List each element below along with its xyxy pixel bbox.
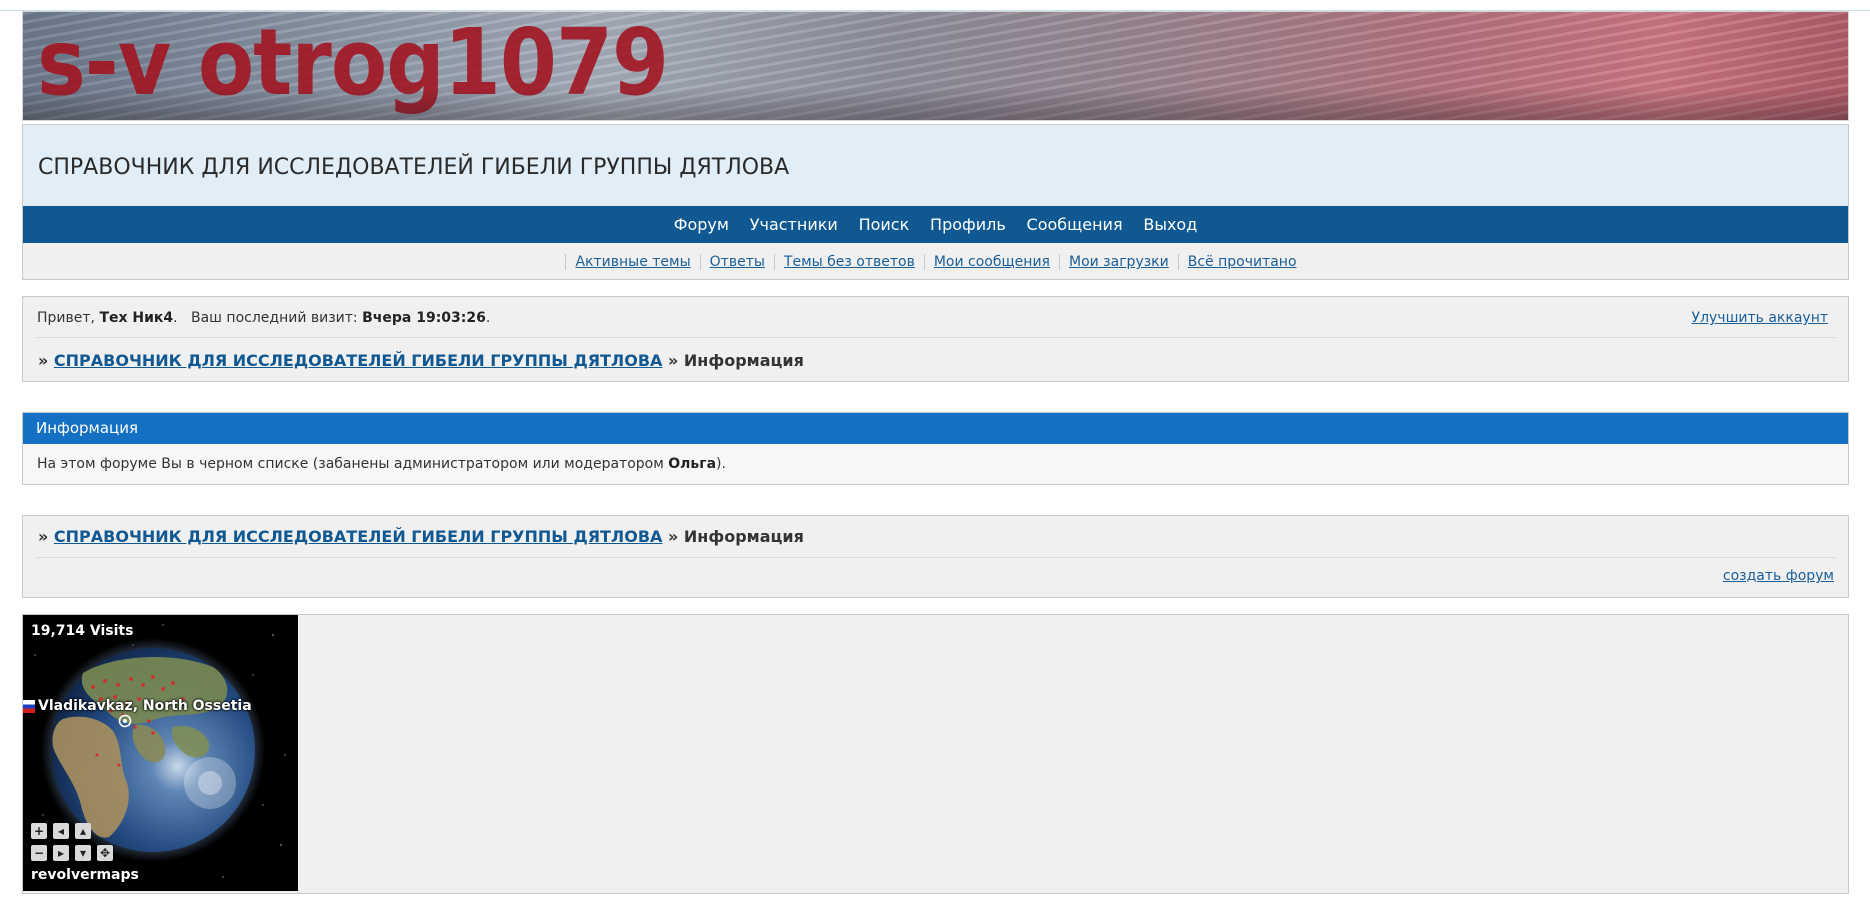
header: СПРАВОЧНИК ДЛЯ ИССЛЕДОВАТЕЛЕЙ ГИБЕЛИ ГРУ… bbox=[22, 124, 1849, 280]
last-visit-label: Ваш последний визит: bbox=[190, 310, 358, 326]
zoom-out-icon[interactable]: − bbox=[31, 845, 47, 861]
username: Тех Ник4 bbox=[99, 310, 174, 326]
revolvermaps-widget[interactable]: 19,714 Visits Vladikavkaz, North Ossetia… bbox=[23, 615, 298, 891]
subnav-my-posts[interactable]: Мои сообщения bbox=[923, 254, 1059, 270]
rotate-up-icon[interactable]: ▴ bbox=[75, 823, 91, 839]
nav-forum[interactable]: Форум bbox=[674, 206, 729, 243]
visits-count: 19,714 Visits bbox=[31, 623, 134, 639]
last-visit-value: Вчера 19:03:26 bbox=[362, 310, 486, 326]
info-message-end: ). bbox=[716, 456, 726, 472]
nav-messages[interactable]: Сообщения bbox=[1027, 206, 1123, 243]
breadcrumb: » СПРАВОЧНИК ДЛЯ ИССЛЕДОВАТЕЛЕЙ ГИБЕЛИ Г… bbox=[38, 351, 804, 370]
subnav-replies[interactable]: Ответы bbox=[699, 254, 774, 270]
visitor-location: Vladikavkaz, North Ossetia bbox=[38, 698, 252, 714]
greeting-text: Привет, bbox=[37, 310, 95, 326]
info-panel-header: Информация bbox=[23, 413, 1848, 444]
greeting-dot: . bbox=[173, 310, 187, 326]
divider bbox=[35, 557, 1836, 558]
last-visit-dot: . bbox=[485, 310, 491, 326]
russia-flag-icon bbox=[23, 700, 35, 713]
site-title: СПРАВОЧНИК ДЛЯ ИССЛЕДОВАТЕЛЕЙ ГИБЕЛИ ГРУ… bbox=[38, 155, 790, 180]
breadcrumb-current: Информация bbox=[683, 527, 804, 546]
breadcrumb-sep: » bbox=[38, 527, 49, 546]
bottom-breadcrumb-box: » СПРАВОЧНИК ДЛЯ ИССЛЕДОВАТЕЛЕЙ ГИБЕЛИ Г… bbox=[22, 515, 1849, 598]
breadcrumb-bottom: » СПРАВОЧНИК ДЛЯ ИССЛЕДОВАТЕЛЕЙ ГИБЕЛИ Г… bbox=[38, 527, 804, 546]
move-icon[interactable]: ✥ bbox=[97, 845, 113, 861]
breadcrumb-sep: » bbox=[667, 527, 679, 546]
nav-profile[interactable]: Профиль bbox=[930, 206, 1006, 243]
rotate-right-icon[interactable]: ▸ bbox=[53, 845, 69, 861]
sub-nav: Активные темы Ответы Темы без ответов Мои с… bbox=[23, 243, 1848, 280]
breadcrumb-forum-link[interactable]: СПРАВОЧНИК ДЛЯ ИССЛЕДОВАТЕЛЕЙ ГИБЕЛИ ГРУ… bbox=[54, 351, 662, 370]
zoom-in-icon[interactable]: + bbox=[31, 823, 47, 839]
upgrade-account-link[interactable]: Улучшить аккаунт bbox=[1692, 310, 1828, 326]
subnav-my-uploads[interactable]: Мои загрузки bbox=[1058, 254, 1178, 270]
rotate-left-icon[interactable]: ◂ bbox=[53, 823, 69, 839]
subnav-mark-read[interactable]: Всё прочитано bbox=[1177, 254, 1306, 270]
breadcrumb-current: Информация bbox=[683, 351, 804, 370]
welcome-box: Привет, Тех Ник4. Ваш последний визит: В… bbox=[22, 296, 1849, 382]
map-widget-box: 19,714 Visits Vladikavkaz, North Ossetia… bbox=[22, 614, 1849, 894]
breadcrumb-forum-link[interactable]: СПРАВОЧНИК ДЛЯ ИССЛЕДОВАТЕЛЕЙ ГИБЕЛИ ГРУ… bbox=[54, 527, 662, 546]
moderator-name: Ольга bbox=[668, 456, 717, 472]
info-message: На этом форуме Вы в черном списке (забан… bbox=[37, 456, 726, 472]
nav-members[interactable]: Участники bbox=[750, 206, 838, 243]
forum-banner: s-v otrog1079 bbox=[22, 11, 1849, 121]
site-title-area: СПРАВОЧНИК ДЛЯ ИССЛЕДОВАТЕЛЕЙ ГИБЕЛИ ГРУ… bbox=[23, 125, 1848, 206]
welcome-line: Привет, Тех Ник4. Ваш последний визит: В… bbox=[37, 310, 490, 326]
nav-search[interactable]: Поиск bbox=[859, 206, 910, 243]
revolvermaps-brand[interactable]: revolvermaps bbox=[31, 867, 139, 883]
breadcrumb-sep: » bbox=[38, 351, 49, 370]
nav-logout[interactable]: Выход bbox=[1143, 206, 1197, 243]
info-message-text: На этом форуме Вы в черном списке (забан… bbox=[37, 456, 664, 472]
divider bbox=[35, 337, 1836, 338]
breadcrumb-sep: » bbox=[667, 351, 679, 370]
create-forum-link[interactable]: создать форум bbox=[1723, 568, 1834, 584]
banner-title: s-v otrog1079 bbox=[37, 11, 669, 117]
subnav-unanswered[interactable]: Темы без ответов bbox=[773, 254, 924, 270]
main-nav: Форум Участники Поиск Профиль Сообщения … bbox=[23, 206, 1848, 243]
rotate-down-icon[interactable]: ▾ bbox=[75, 845, 91, 861]
subnav-active-topics[interactable]: Активные темы bbox=[565, 254, 700, 270]
info-panel: Информация На этом форуме Вы в черном сп… bbox=[22, 412, 1849, 485]
